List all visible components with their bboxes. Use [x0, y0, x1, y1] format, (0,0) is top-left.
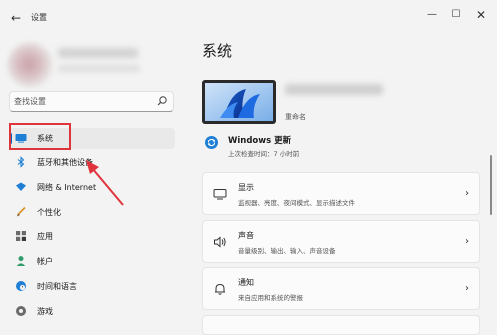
sidebar-item-label: 蓝牙和其他设备: [37, 158, 93, 167]
search-input[interactable]: [14, 94, 154, 109]
sidebar: 系统 蓝牙和其他设备 网络 & Internet 个性化: [0, 34, 183, 326]
windows-update-title[interactable]: Windows 更新: [228, 134, 291, 146]
sidebar-item-bluetooth[interactable]: 蓝牙和其他设备: [9, 152, 175, 173]
gamepad-icon: [16, 306, 26, 316]
settings-card-sound[interactable]: 声音 音量级别、输出、输入、声音设备 ›: [202, 220, 480, 263]
card-title: 通知: [238, 278, 254, 287]
speaker-icon: [214, 236, 226, 248]
windows-update-status: 上次检查时间：7 小时前: [228, 150, 300, 158]
device-name-blurred: [285, 84, 383, 95]
close-button[interactable]: ✕: [473, 7, 489, 23]
search-icon[interactable]: [156, 95, 168, 107]
apps-icon: [16, 231, 26, 241]
user-name-blurred: [58, 48, 138, 58]
avatar[interactable]: [7, 42, 53, 88]
sidebar-item-personalization[interactable]: 个性化: [9, 202, 175, 223]
windows-bloom-wallpaper: [205, 83, 273, 121]
sidebar-item-label: 时间和语言: [37, 282, 77, 291]
sidebar-item-network[interactable]: 网络 & Internet: [9, 177, 175, 198]
annotation-highlight-box: [9, 123, 71, 150]
settings-card-display[interactable]: 显示 监视器、亮度、夜间模式、显示描述文件 ›: [202, 172, 480, 215]
bell-icon: [215, 283, 225, 295]
chevron-right-icon: ›: [465, 283, 469, 294]
card-title: 声音: [238, 231, 254, 240]
card-subtitle: 音量级别、输出、输入、声音设备: [238, 247, 336, 255]
sidebar-item-apps[interactable]: 应用: [9, 226, 175, 247]
sidebar-item-label: 个性化: [37, 208, 61, 217]
main-scrollbar[interactable]: [490, 155, 492, 215]
rename-link[interactable]: 重命名: [285, 112, 306, 122]
search-box[interactable]: [9, 91, 174, 112]
sidebar-item-accounts[interactable]: 帐户: [9, 251, 175, 272]
app-title: 设置: [31, 13, 47, 22]
minimize-button[interactable]: —: [424, 7, 440, 23]
sidebar-item-label: 游戏: [37, 307, 53, 316]
display-icon: [213, 189, 227, 200]
brush-icon: [17, 206, 26, 217]
sidebar-item-label: 帐户: [37, 257, 53, 266]
title-bar: ← 设置 — ☐ ✕: [0, 0, 497, 34]
sidebar-item-label: 网络 & Internet: [37, 183, 97, 192]
settings-window: ← 设置 — ☐ ✕ 系统 蓝牙和其: [0, 0, 497, 335]
device-thumbnail: [202, 80, 276, 124]
windows-update-icon[interactable]: [205, 136, 218, 149]
bluetooth-icon: [17, 156, 25, 168]
maximize-button[interactable]: ☐: [448, 7, 464, 23]
settings-card-notifications[interactable]: 通知 来自应用和系统的警报 ›: [202, 267, 480, 310]
chevron-right-icon: ›: [465, 188, 469, 199]
person-icon: [16, 256, 26, 266]
sidebar-item-gaming[interactable]: 游戏: [9, 301, 175, 322]
back-button[interactable]: ←: [8, 10, 24, 26]
chevron-right-icon: ›: [465, 236, 469, 247]
page-title: 系统: [202, 42, 233, 60]
card-subtitle: 监视器、亮度、夜间模式、显示描述文件: [238, 199, 355, 207]
user-email-blurred: [58, 65, 140, 72]
globe-clock-icon: [16, 281, 26, 291]
sidebar-item-time-language[interactable]: 时间和语言: [9, 276, 175, 297]
sidebar-item-label: 应用: [37, 232, 53, 241]
card-subtitle: 来自应用和系统的警报: [238, 294, 303, 302]
settings-card-next-partial[interactable]: [202, 315, 480, 335]
main-content: 系统 重命名 Windows 更新 上次检查时间：7 小时前 显示 监视器、亮度…: [183, 34, 497, 335]
card-title: 显示: [238, 183, 254, 192]
wifi-icon: [16, 182, 26, 191]
